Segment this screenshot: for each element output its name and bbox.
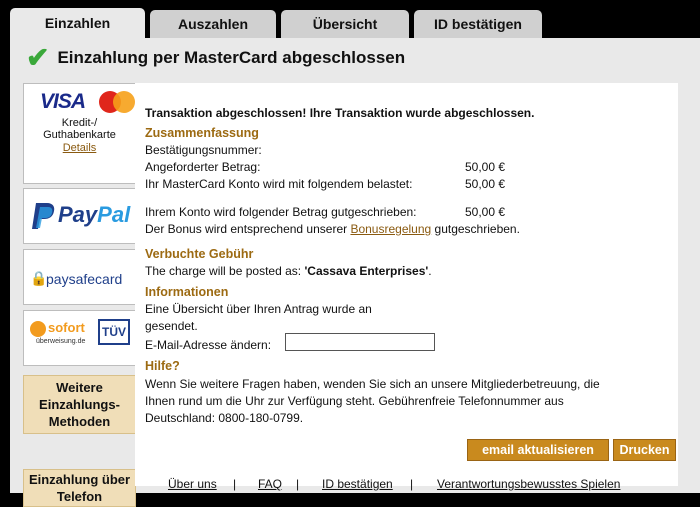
page-title: Einzahlung per MasterCard abgeschlossen bbox=[57, 48, 406, 67]
footer-separator: | bbox=[296, 477, 300, 491]
footer: Über uns | FAQ | ID bestätigen | Verantw… bbox=[0, 475, 700, 495]
mastercard-logo-icon bbox=[96, 90, 138, 114]
summary-heading: Zusammenfassung bbox=[145, 126, 259, 140]
charged-value: 50,00 € bbox=[465, 177, 506, 191]
sofort-sub: überweisung.de bbox=[36, 338, 86, 345]
bonus-rules-link[interactable]: Bonusregelung bbox=[350, 222, 431, 236]
credited-value: 50,00 € bbox=[465, 205, 506, 219]
tab-uebersicht[interactable]: Übersicht bbox=[281, 10, 409, 38]
info-line-2: gesendet. bbox=[145, 319, 198, 333]
tab-auszahlen[interactable]: Auszahlen bbox=[150, 10, 276, 38]
charged-label: Ihr MasterCard Konto wird mit folgendem … bbox=[145, 177, 413, 191]
footer-link-id-bestaetigen[interactable]: ID bestätigen bbox=[322, 477, 393, 491]
payment-method-paysafecard[interactable]: 🔒 paysafecard bbox=[23, 249, 136, 305]
requested-label: Angeforderter Betrag: bbox=[145, 160, 261, 174]
info-line-1: Eine Übersicht über Ihren Antrag wurde a… bbox=[145, 302, 372, 316]
footer-link-faq[interactable]: FAQ bbox=[258, 477, 282, 491]
confirmation-label: Bestätigungsnummer: bbox=[145, 143, 262, 157]
requested-value: 50,00 € bbox=[465, 160, 506, 174]
email-field[interactable] bbox=[285, 333, 435, 351]
paypal-logo: PayPal bbox=[58, 202, 131, 227]
payment-method-sofort[interactable]: sofort überweisung.de TÜV bbox=[23, 310, 136, 366]
page-header: ✔ Einzahlung per MasterCard abgeschlosse… bbox=[26, 38, 405, 78]
bonus-text: Der Bonus wird entsprechend unserer Bonu… bbox=[145, 222, 520, 236]
details-link[interactable]: Details bbox=[24, 142, 135, 154]
footer-link-verantwortung[interactable]: Verantwortungsbewusstes Spielen bbox=[437, 477, 620, 491]
sofort-icon bbox=[30, 321, 46, 337]
email-label: E-Mail-Adresse ändern: bbox=[145, 338, 272, 352]
lock-icon: 🔒 bbox=[30, 270, 48, 286]
paypal-p-icon bbox=[32, 201, 56, 231]
visa-logo: VISA bbox=[40, 90, 86, 113]
footer-link-ueber-uns[interactable]: Über uns bbox=[168, 477, 217, 491]
help-line-3: Deutschland: 0800-180-0799. bbox=[145, 411, 304, 425]
paysafecard-logo: paysafecard bbox=[46, 271, 123, 287]
sofort-logo: sofort bbox=[48, 320, 85, 335]
fee-heading: Verbuchte Gebühr bbox=[145, 247, 254, 261]
credited-label: Ihrem Konto wird folgender Betrag gutges… bbox=[145, 205, 417, 219]
confirmation-content: Transaktion abgeschlossen! Ihre Transakt… bbox=[135, 83, 678, 486]
main-panel: ✔ Einzahlung per MasterCard abgeschlosse… bbox=[10, 38, 700, 507]
footer-separator: | bbox=[233, 477, 237, 491]
footer-separator: | bbox=[410, 477, 414, 491]
help-line-2: Ihnen rund um die Uhr zur Verfügung steh… bbox=[145, 394, 564, 408]
tab-bar: Einzahlen Auszahlen Übersicht ID bestäti… bbox=[0, 0, 700, 38]
more-methods-button[interactable]: Weitere Einzahlungs-Methoden bbox=[23, 375, 136, 434]
tab-id-bestaetigen[interactable]: ID bestätigen bbox=[414, 10, 542, 38]
help-heading: Hilfe? bbox=[145, 359, 180, 373]
success-message: Transaktion abgeschlossen! Ihre Transakt… bbox=[145, 106, 535, 120]
tab-einzahlen[interactable]: Einzahlen bbox=[10, 8, 145, 38]
visa-subtitle: Kredit-/ Guthabenkarte bbox=[43, 117, 116, 141]
charge-text: The charge will be posted as: 'Cassava E… bbox=[145, 264, 432, 278]
update-email-button[interactable]: email aktualisieren bbox=[467, 439, 609, 461]
payment-method-paypal[interactable]: PayPal bbox=[23, 188, 136, 244]
payment-method-visa[interactable]: VISA Kredit-/ Guthabenkarte Details bbox=[23, 83, 136, 184]
print-button[interactable]: Drucken bbox=[613, 439, 676, 461]
info-heading: Informationen bbox=[145, 285, 229, 299]
help-line-1: Wenn Sie weitere Fragen haben, wenden Si… bbox=[145, 377, 600, 391]
tuev-badge: TÜV bbox=[98, 319, 130, 345]
checkmark-icon: ✔ bbox=[26, 42, 50, 73]
